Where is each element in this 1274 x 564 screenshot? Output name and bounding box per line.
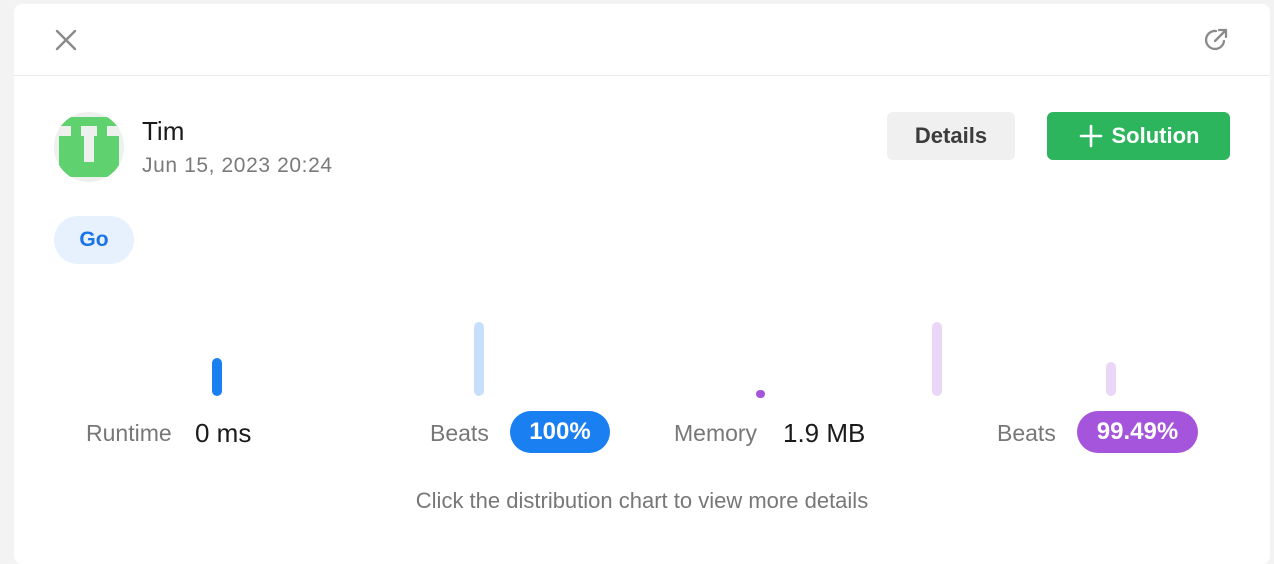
open-external-icon[interactable] [1202,26,1230,54]
memory-beats-badge: 99.49% [1077,411,1198,453]
memory-beats-value: 99.49% [1096,418,1179,445]
memory-value: 1.9 MB [783,418,866,448]
runtime-beats-badge: 100% [510,411,610,453]
memory-distribution-bar-secondary[interactable] [1106,362,1116,396]
plus-icon [1078,123,1104,149]
submission-panel: Tim Jun 15, 2023 20:24 Details Solution … [14,4,1270,564]
language-tag[interactable]: Go [54,216,134,264]
user-avatar[interactable] [54,112,124,182]
distribution-hint: Click the distribution chart to view mor… [415,488,869,513]
panel-header [14,4,1270,76]
details-button-label: Details [914,123,988,148]
runtime-beats-value: 100% [529,418,591,445]
close-icon[interactable] [52,26,80,54]
user-name[interactable]: Tim [142,116,184,147]
solution-button-label: Solution [1111,123,1200,148]
details-button[interactable]: Details [887,112,1015,160]
runtime-label: Runtime [86,420,172,446]
add-solution-button[interactable]: Solution [1047,112,1230,160]
language-label: Go [79,228,109,251]
runtime-distribution-bar-peak[interactable] [474,322,484,396]
memory-beats-label: Beats [997,420,1056,446]
runtime-value: 0 ms [195,418,252,448]
memory-distribution-bar-peak[interactable] [932,322,942,396]
memory-label: Memory [674,420,758,446]
runtime-distribution-bar[interactable] [212,358,222,396]
memory-distribution-bar[interactable] [756,390,765,398]
submission-date: Jun 15, 2023 20:24 [142,154,333,177]
runtime-beats-label: Beats [430,420,489,446]
